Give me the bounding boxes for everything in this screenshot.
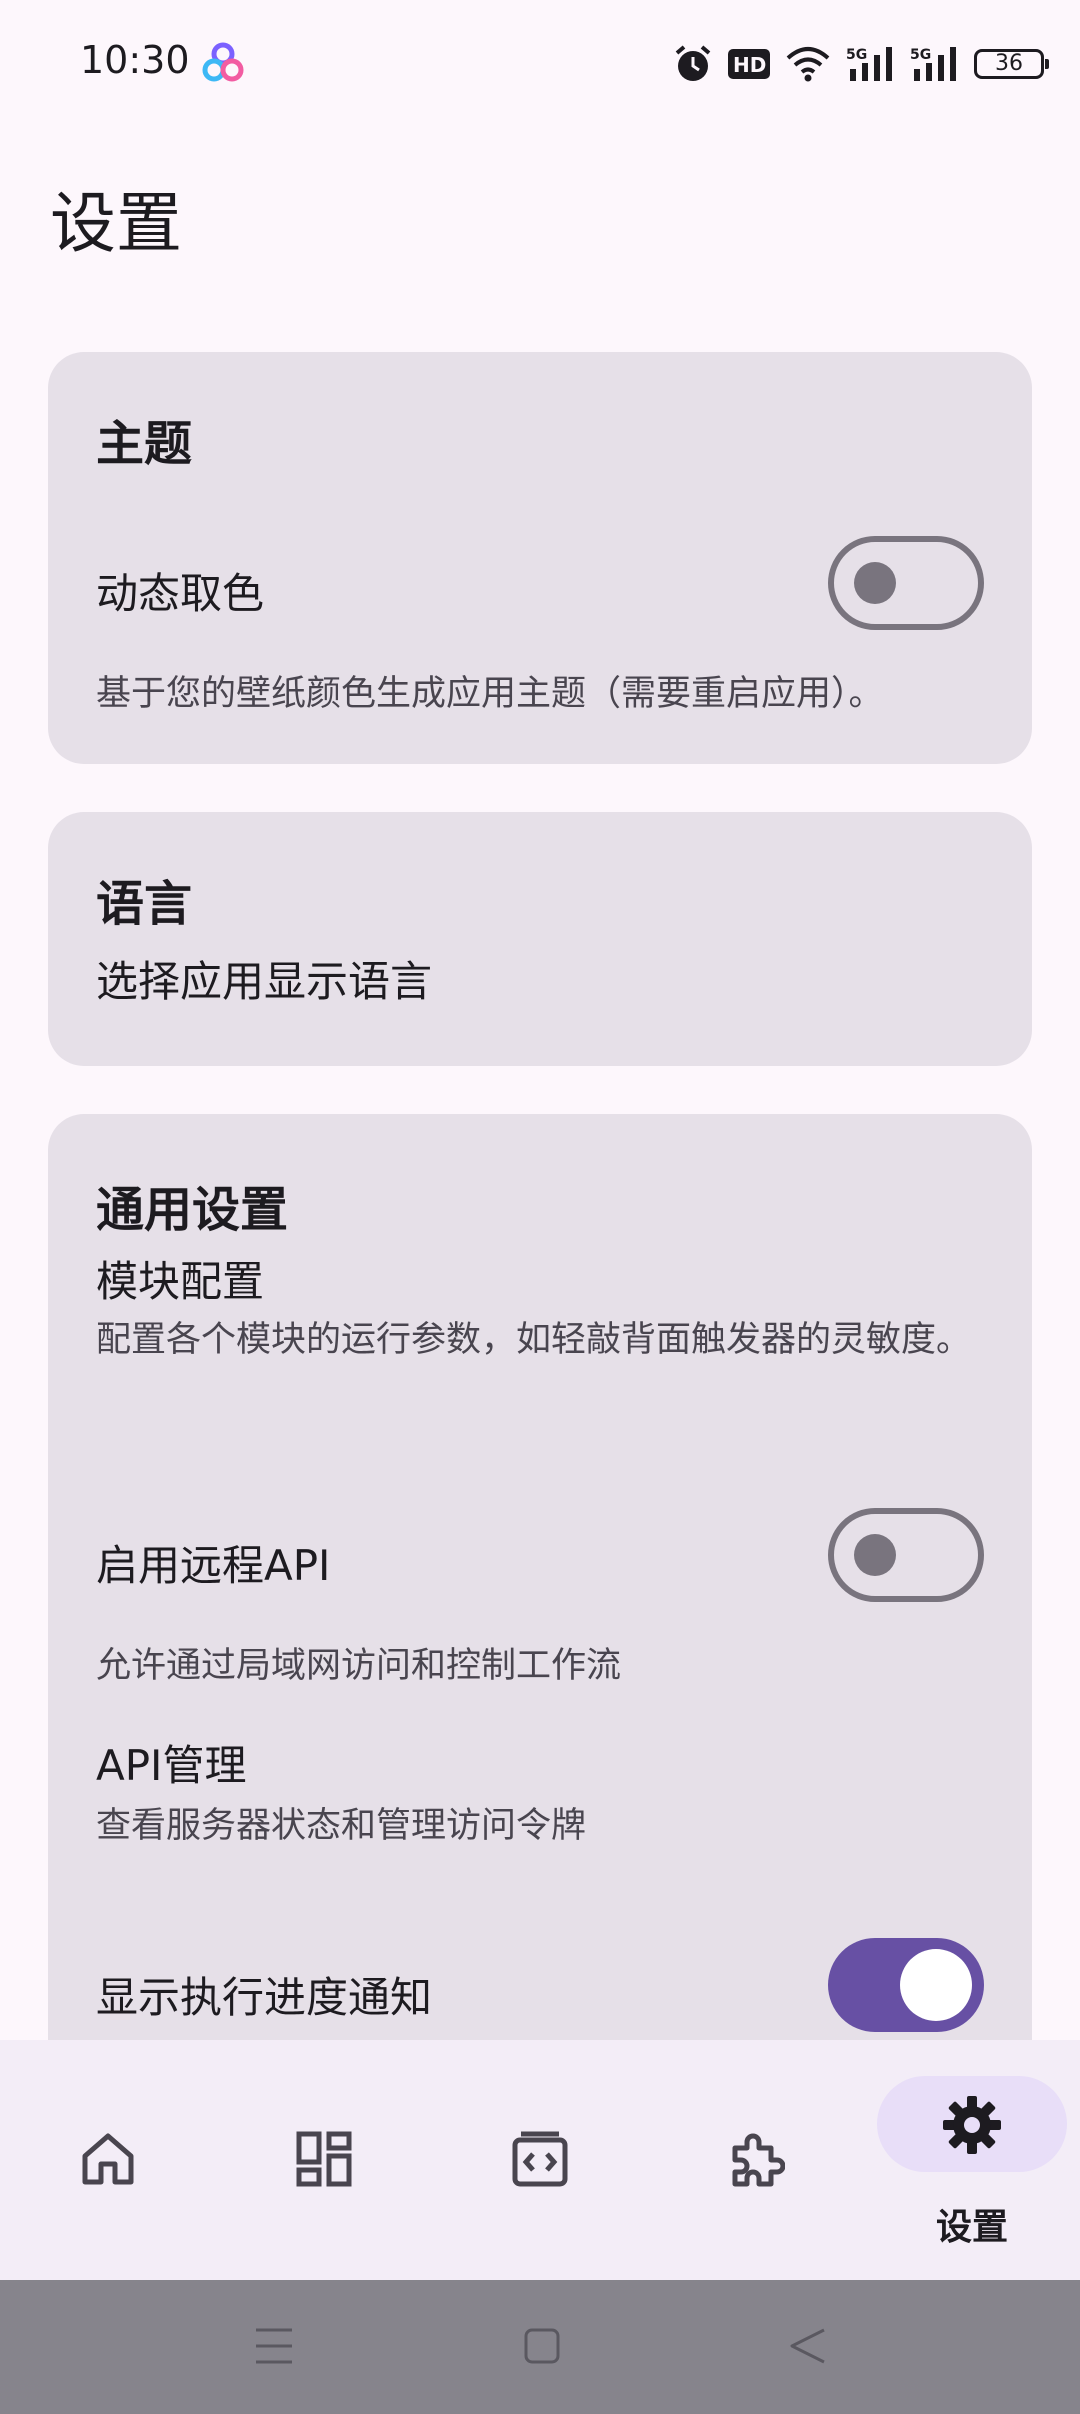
language-card[interactable]: 语言 选择应用显示语言 bbox=[48, 812, 1032, 1066]
system-navigation-bar bbox=[0, 2280, 1080, 2414]
dashboard-icon bbox=[296, 2131, 352, 2187]
nav-modules[interactable] bbox=[648, 2040, 864, 2280]
5g-signal-icon: 5G bbox=[846, 47, 892, 81]
theme-card: 主题 动态取色 基于您的壁纸颜色生成应用主题（需要重启应用）。 bbox=[48, 352, 1032, 764]
svg-text:5G: 5G bbox=[910, 47, 931, 63]
language-card-subtitle: 选择应用显示语言 bbox=[96, 957, 433, 1006]
remote-api-switch[interactable] bbox=[828, 1508, 984, 1602]
wifi-icon bbox=[786, 47, 830, 82]
alarm-icon bbox=[675, 45, 711, 81]
progress-notify-switch[interactable] bbox=[828, 1938, 984, 2032]
battery-icon: 36 bbox=[974, 49, 1049, 79]
nav-settings-label: 设置 bbox=[935, 2207, 1008, 2248]
status-time: 10:30 bbox=[80, 38, 190, 82]
gear-icon bbox=[943, 2096, 1001, 2154]
svg-text:HD: HD bbox=[733, 53, 766, 77]
nav-home[interactable] bbox=[0, 2040, 216, 2280]
home-icon bbox=[82, 2133, 134, 2185]
back-triangle-icon[interactable] bbox=[788, 2324, 828, 2368]
dynamic-color-label: 动态取色 bbox=[96, 569, 265, 618]
5g-signal-icon: 5G bbox=[910, 47, 956, 81]
general-settings-card: 通用设置 模块配置 配置各个模块的运行参数，如轻敲背面触发器的灵敏度。 启用远程… bbox=[48, 1114, 1032, 2114]
module-config-label: 模块配置 bbox=[96, 1257, 265, 1306]
status-icons: HD 5G 5G 36 bbox=[674, 38, 1049, 90]
status-bar: 10:30 HD 5G 5G 36 bbox=[0, 0, 1080, 128]
bottom-navigation: 设置 bbox=[0, 2040, 1080, 2280]
general-card-title: 通用设置 bbox=[96, 1182, 289, 1238]
nav-settings[interactable]: 设置 bbox=[864, 2040, 1080, 2280]
remote-api-label: 启用远程API bbox=[96, 1541, 331, 1590]
nav-workflows[interactable] bbox=[432, 2040, 648, 2280]
switch-knob bbox=[900, 1949, 972, 2021]
api-manage-desc: 查看服务器状态和管理访问令牌 bbox=[96, 1806, 587, 1846]
switch-knob bbox=[854, 562, 896, 604]
code-box-icon bbox=[512, 2131, 568, 2187]
dynamic-color-switch[interactable] bbox=[828, 536, 984, 630]
switch-knob bbox=[854, 1534, 896, 1576]
page-title: 设置 bbox=[50, 185, 182, 262]
hd-icon: HD bbox=[728, 49, 770, 79]
puzzle-icon bbox=[732, 2133, 785, 2187]
progress-notify-label: 显示执行进度通知 bbox=[96, 1973, 433, 2022]
recents-menu-icon[interactable] bbox=[254, 2324, 294, 2368]
nav-dashboard[interactable] bbox=[216, 2040, 432, 2280]
home-square-icon[interactable] bbox=[522, 2324, 562, 2368]
module-config-desc: 配置各个模块的运行参数，如轻敲背面触发器的灵敏度。 bbox=[96, 1320, 972, 1360]
theme-card-title: 主题 bbox=[96, 416, 193, 472]
dynamic-color-desc: 基于您的壁纸颜色生成应用主题（需要重启应用）。 bbox=[96, 674, 884, 714]
svg-text:5G: 5G bbox=[846, 47, 867, 63]
api-manage-label: API管理 bbox=[96, 1741, 247, 1790]
language-card-title: 语言 bbox=[96, 876, 193, 932]
app-notification-icon bbox=[202, 42, 244, 82]
remote-api-desc: 允许通过局域网访问和控制工作流 bbox=[96, 1646, 622, 1686]
